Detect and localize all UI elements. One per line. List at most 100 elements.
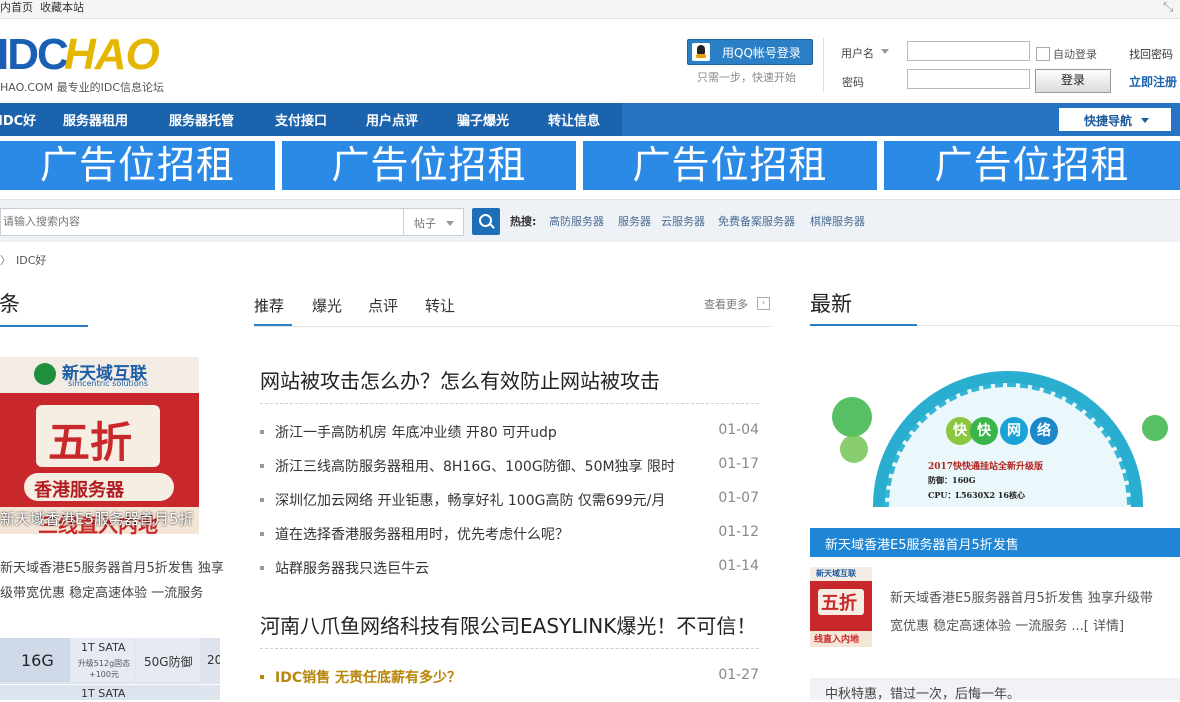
bullet-icon bbox=[260, 532, 264, 536]
search-type-value: 帖子 bbox=[414, 217, 436, 230]
chevron-down-icon bbox=[446, 221, 454, 226]
latest-thumbnail[interactable]: 新天域互联 五折 线直入内地 bbox=[810, 567, 872, 647]
spec-upgrade: 升级512g固态 +100元 bbox=[77, 659, 131, 679]
decor-bubble bbox=[1142, 415, 1168, 441]
logo-idc-text: IDC bbox=[0, 30, 69, 79]
tab-exposure[interactable]: 爆光 bbox=[312, 295, 342, 316]
latest-desc-line[interactable]: 新天域香港E5服务器首月5折发售 独享升级带 bbox=[890, 587, 1153, 606]
spec-disk: 1T SATA bbox=[81, 641, 126, 654]
promo-desc-line[interactable]: 级带宽优惠 稳定高速体验 一流服务 bbox=[0, 582, 203, 601]
thumb-brand: 新天域互联 bbox=[816, 569, 856, 578]
list-item[interactable]: 浙江一手高防机房 年底冲业绩 开80 可开udp 01-04 bbox=[260, 422, 759, 442]
ad-banner-4[interactable]: 广告位招租 bbox=[884, 141, 1180, 190]
banner-line: 防御：160G bbox=[928, 475, 976, 485]
arrow-right-icon[interactable]: › bbox=[757, 297, 770, 310]
headline-article[interactable]: 网站被攻击怎么办？怎么有效防止网站被攻击 bbox=[260, 365, 660, 394]
spec-disk: 1T SATA bbox=[81, 687, 126, 700]
thumb-big: 五折 bbox=[821, 593, 857, 614]
nav-item-idchao[interactable]: IDC好 bbox=[0, 110, 36, 129]
nav-item-transfer[interactable]: 转让信息 bbox=[548, 110, 600, 129]
nav-item-reviews[interactable]: 用户点评 bbox=[366, 110, 418, 129]
bullet-icon bbox=[260, 566, 264, 570]
divider bbox=[823, 38, 824, 92]
nav-item-payment[interactable]: 支付接口 bbox=[275, 110, 327, 129]
nav-item-scam-exposure[interactable]: 骗子爆光 bbox=[457, 110, 509, 129]
banner-char: 快 bbox=[970, 417, 998, 445]
hot-search-item[interactable]: 棋牌服务器 bbox=[810, 213, 865, 229]
site-logo[interactable]: IDC HAO HAO.COM 最专业的IDC信息论坛 bbox=[0, 0, 190, 96]
list-item[interactable]: 浙江三线高防服务器租用、8H16G、100G防御、50M独享 限时 01-17 bbox=[260, 456, 759, 476]
hot-search-item[interactable]: 云服务器 bbox=[661, 213, 705, 229]
bullet-icon bbox=[260, 498, 264, 502]
promo-brand-en: simcentric solutions bbox=[68, 379, 149, 388]
quick-nav-button[interactable]: 快捷导航 bbox=[1059, 108, 1171, 131]
promo-caption: 新天域香港E5服务器首月5折 bbox=[0, 510, 194, 528]
promo-desc-line[interactable]: 新天域香港E5服务器首月5折发售 独享 bbox=[0, 557, 224, 576]
collapse-icon[interactable]: ⤡ bbox=[1163, 0, 1173, 15]
list-item[interactable]: 站群服务器我只选巨牛云 01-14 bbox=[260, 558, 759, 578]
section-underline bbox=[810, 324, 917, 326]
section-underline bbox=[0, 325, 88, 327]
register-link[interactable]: 立即注册 bbox=[1129, 73, 1177, 90]
latest-bottom-item[interactable]: 中秋特惠，错过一次，后悔一年。 bbox=[810, 678, 1180, 702]
tab-review[interactable]: 点评 bbox=[368, 295, 398, 316]
ad-banner-3[interactable]: 广告位招租 bbox=[583, 141, 877, 190]
search-type-select[interactable]: 帖子 bbox=[404, 208, 464, 236]
headline-section-title: 头条 bbox=[0, 292, 20, 316]
bullet-icon bbox=[260, 430, 264, 434]
tab-divider bbox=[254, 326, 771, 327]
spec-divider bbox=[0, 684, 220, 685]
hot-search-item[interactable]: 服务器 bbox=[618, 213, 651, 229]
latest-title-bar[interactable]: 新天域香港E5服务器首月5折发售 bbox=[810, 528, 1180, 557]
chevron-down-icon[interactable] bbox=[881, 49, 889, 54]
breadcrumb[interactable]: IDC好 bbox=[16, 252, 46, 268]
latest-banner-image[interactable]: 快 快 网 络 2017快快通挂站全新升级版 防御：160G CPU：L5630… bbox=[810, 357, 1180, 507]
headline-article[interactable]: 河南八爪鱼网络科技有限公司EASYLINK爆光！不可信！ bbox=[260, 610, 756, 639]
list-item-highlight[interactable]: IDC销售 无责任底薪有多少？ 01-27 bbox=[260, 667, 759, 687]
spec-defense: 50G防御 bbox=[144, 655, 193, 669]
hot-search-item[interactable]: 免费备案服务器 bbox=[718, 213, 795, 229]
login-button[interactable]: 登录 bbox=[1035, 69, 1111, 93]
list-item[interactable]: 道在选择香港服务器租用时，优先考虑什么呢？ 01-12 bbox=[260, 524, 759, 544]
tab-transfer[interactable]: 转让 bbox=[425, 295, 455, 316]
auto-login-label: 自动登录 bbox=[1053, 48, 1097, 61]
ad-banner-1[interactable]: 广告位招租 bbox=[0, 141, 275, 190]
dashed-divider bbox=[260, 648, 759, 649]
password-input[interactable] bbox=[907, 69, 1030, 89]
username-input[interactable] bbox=[907, 41, 1030, 61]
search-input[interactable] bbox=[0, 208, 404, 236]
password-label: 密码 bbox=[842, 76, 864, 89]
dashed-divider bbox=[260, 403, 759, 404]
hot-search-item[interactable]: 高防服务器 bbox=[549, 213, 604, 229]
promo-sub-text: 香港服务器 bbox=[34, 480, 124, 501]
banner-char: 网 bbox=[1000, 417, 1028, 445]
thumb-bottom: 线直入内地 bbox=[814, 635, 860, 645]
spec-more: 20 bbox=[207, 653, 220, 667]
logo-subtitle: HAO.COM 最专业的IDC信息论坛 bbox=[0, 81, 165, 94]
brand-logo-icon bbox=[34, 363, 56, 385]
tab-active-indicator bbox=[254, 324, 292, 326]
username-label: 用户名 bbox=[841, 47, 874, 60]
decor-bubble bbox=[840, 435, 868, 463]
list-item[interactable]: 深圳亿加云网络 开业钜惠，畅享好礼 100G高防 仅需699元/月 01-07 bbox=[260, 490, 759, 510]
latest-section-title: 最新 bbox=[810, 292, 852, 316]
latest-title-text: 新天域香港E5服务器首月5折发售 bbox=[825, 538, 1019, 553]
find-password-link[interactable]: 找回密码 bbox=[1129, 46, 1173, 62]
nav-item-server-rental[interactable]: 服务器租用 bbox=[63, 110, 128, 129]
bullet-icon bbox=[260, 675, 264, 679]
latest-desc-line[interactable]: 宽优惠 稳定高速体验 一流服务 ...[ 详情] bbox=[890, 615, 1124, 634]
search-button[interactable] bbox=[472, 208, 500, 235]
spec-ram: 16G bbox=[21, 651, 54, 670]
ad-banner-2[interactable]: 广告位招租 bbox=[282, 141, 576, 190]
view-more-link[interactable]: 查看更多 bbox=[704, 296, 748, 312]
banner-line: CPU：L5630X2 16核心 bbox=[928, 490, 1025, 500]
breadcrumb-separator: 〉 bbox=[0, 254, 11, 267]
promo-red-panel: 五折 香港服务器 三线直入内地 新天域香港E5服务器首月5折 bbox=[0, 393, 199, 537]
qq-login-button[interactable]: 用QQ帐号登录 bbox=[687, 39, 813, 65]
auto-login-checkbox[interactable] bbox=[1036, 47, 1050, 61]
chevron-down-icon bbox=[1141, 118, 1149, 123]
decor-bubble bbox=[832, 397, 872, 437]
nav-item-server-hosting[interactable]: 服务器托管 bbox=[169, 110, 234, 129]
tab-recommend[interactable]: 推荐 bbox=[254, 295, 284, 316]
banner-char: 络 bbox=[1030, 417, 1058, 445]
